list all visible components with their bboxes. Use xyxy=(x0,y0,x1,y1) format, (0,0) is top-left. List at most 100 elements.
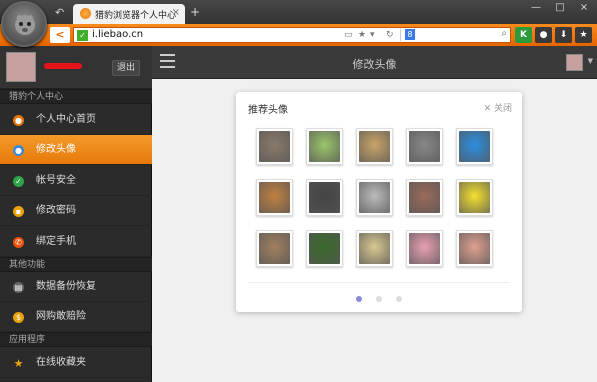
avatar-thumbnail xyxy=(359,233,390,264)
cheetah-logo-icon xyxy=(15,14,35,35)
sidebar-item-label: 网购敢赔险 xyxy=(36,311,86,322)
close-button[interactable]: × xyxy=(575,2,593,13)
avatar-option-woman-profile[interactable] xyxy=(406,179,443,216)
sidebar-item-label: 修改头像 xyxy=(36,144,76,155)
liebao-favicon xyxy=(80,8,91,19)
avatar-option-pink-flower[interactable] xyxy=(406,230,443,267)
tab-title: 猎豹浏览器个人中心 xyxy=(95,11,177,21)
maximize-button[interactable]: □ xyxy=(551,2,569,13)
avatar-thumbnail xyxy=(259,233,290,264)
pagination-dot-1[interactable] xyxy=(356,296,362,302)
avatar-thumbnail xyxy=(409,131,440,162)
backup-icon: ▤ xyxy=(13,282,24,293)
search-engine-icon[interactable]: 8 xyxy=(405,29,415,40)
avatar-thumbnail xyxy=(359,131,390,162)
favorites-star-icon[interactable]: ★ xyxy=(575,27,592,43)
avatar-picker-card: 推荐头像 ✕ 关闭 xyxy=(236,92,522,312)
logout-button[interactable]: 退出 xyxy=(112,60,140,76)
sidebar: 退出 猎豹个人中心 ● 个人中心首页 ● 修改头像 ✓ 帐号安全 ▪ 修改密码 … xyxy=(0,46,152,382)
search-box[interactable]: 8 ⌕ xyxy=(400,28,510,41)
sidebar-item-online-favorites[interactable]: ★ 在线收藏夹 xyxy=(0,348,152,378)
sidebar-item-data-backup[interactable]: ▤ 数据备份恢复 xyxy=(0,272,152,302)
tab-close-icon[interactable]: × xyxy=(172,7,180,18)
sidebar-item-label: 修改密码 xyxy=(36,205,76,216)
avatar-option-zebra[interactable] xyxy=(406,128,443,165)
page-title: 修改头像 xyxy=(352,58,397,71)
avatar-option-frog[interactable] xyxy=(306,128,343,165)
avatar-option-green-cat[interactable] xyxy=(306,230,343,267)
avatar-thumbnail xyxy=(309,233,340,264)
pagination-dots xyxy=(236,292,522,305)
avatar-picker-title: 推荐头像 xyxy=(248,105,288,116)
sidebar-item-account-security[interactable]: ✓ 帐号安全 xyxy=(0,166,152,196)
avatar-thumbnail xyxy=(359,182,390,213)
avatar-thumbnail xyxy=(459,131,490,162)
sidebar-item-bind-phone[interactable]: ✆ 绑定手机 xyxy=(0,227,152,257)
kingsoft-icon[interactable]: K xyxy=(515,27,532,43)
avatar-option-tiger-cub[interactable] xyxy=(256,230,293,267)
avatar-thumbnail xyxy=(259,131,290,162)
reader-mode-icon[interactable]: ▭ xyxy=(344,30,353,40)
avatar-option-monkey[interactable] xyxy=(256,128,293,165)
sidebar-item-home[interactable]: ● 个人中心首页 xyxy=(0,105,152,135)
shield-icon: ✓ xyxy=(13,176,24,187)
sidebar-item-change-avatar[interactable]: ● 修改头像 xyxy=(0,135,152,165)
toolbar-buttons: K ● ⬇ ★ xyxy=(515,27,592,43)
pagination-dot-2[interactable] xyxy=(376,296,382,302)
dropdown-icon[interactable]: ▾ xyxy=(370,30,375,40)
sidebar-item-label: 个人中心首页 xyxy=(36,114,96,125)
avatar-option-spongebob[interactable] xyxy=(456,179,493,216)
sidebar-item-shopping-insurance[interactable]: $ 网购敢赔险 xyxy=(0,302,152,332)
sidebar-item-label: 数据备份恢复 xyxy=(36,281,96,292)
avatar-option-cute-girl[interactable] xyxy=(456,230,493,267)
search-icon[interactable]: ⌕ xyxy=(501,28,507,39)
username-redacted xyxy=(44,63,82,69)
close-button[interactable]: ✕ 关闭 xyxy=(484,101,512,114)
avatar-thumbnail xyxy=(459,233,490,264)
minimize-button[interactable]: — xyxy=(527,2,545,13)
user-header: 退出 xyxy=(0,46,152,89)
back-button[interactable]: < xyxy=(50,27,70,43)
avatar-option-bw-figure[interactable] xyxy=(356,179,393,216)
avatar-thumbnail xyxy=(259,182,290,213)
sidebar-item-label: 帐号安全 xyxy=(36,175,76,186)
url-text: i.liebao.cn xyxy=(92,29,144,40)
chevron-down-icon[interactable]: ▼ xyxy=(588,57,593,65)
star-icon: ★ xyxy=(13,357,24,370)
section-applications: 应用程序 xyxy=(0,332,152,347)
undo-icon[interactable]: ↶ xyxy=(55,6,64,19)
avatar-option-man-portrait[interactable] xyxy=(306,179,343,216)
lock-icon[interactable]: ● xyxy=(535,27,552,43)
header-avatar[interactable] xyxy=(566,54,583,71)
home-icon: ● xyxy=(13,115,24,126)
avatar-option-bottles[interactable] xyxy=(356,230,393,267)
secure-check-icon: ✓ xyxy=(77,30,88,41)
avatar-thumbnail xyxy=(459,182,490,213)
avatar-thumbnail xyxy=(409,233,440,264)
coin-icon: $ xyxy=(13,312,24,323)
avatar-option-doraemon[interactable] xyxy=(456,128,493,165)
avatar-option-camel[interactable] xyxy=(256,179,293,216)
divider xyxy=(248,282,510,283)
avatar-thumbnail xyxy=(409,182,440,213)
sidebar-item-change-password[interactable]: ▪ 修改密码 xyxy=(0,196,152,226)
lock-icon: ▪ xyxy=(13,206,24,217)
address-bar[interactable]: ✓ i.liebao.cn ▭ ★ ▾ ↻ 8 ⌕ xyxy=(73,27,511,43)
avatar-option-blonde-girl[interactable] xyxy=(356,128,393,165)
phone-icon: ✆ xyxy=(13,237,24,248)
new-tab-button[interactable]: + xyxy=(190,5,200,19)
address-toolbar: < ✓ i.liebao.cn ▭ ★ ▾ ↻ 8 ⌕ K ● ⬇ ★ xyxy=(0,24,597,46)
user-icon: ● xyxy=(13,145,24,156)
user-avatar[interactable] xyxy=(6,52,36,82)
bookmark-star-icon[interactable]: ★ xyxy=(358,30,366,40)
title-bar: ↶ 猎豹浏览器个人中心 × + — □ × xyxy=(0,0,597,24)
browser-logo[interactable] xyxy=(1,1,47,47)
main-header: 修改头像 ▼ xyxy=(152,46,597,79)
refresh-icon[interactable]: ↻ xyxy=(386,30,394,40)
download-icon[interactable]: ⬇ xyxy=(555,27,572,43)
avatar-thumbnail xyxy=(309,131,340,162)
section-other-functions: 其他功能 xyxy=(0,257,152,272)
tab-personal-center[interactable]: 猎豹浏览器个人中心 × xyxy=(73,4,185,24)
pagination-dot-3[interactable] xyxy=(396,296,402,302)
browser-window: ↶ 猎豹浏览器个人中心 × + — □ × < ✓ i.liebao.cn ▭ xyxy=(0,0,597,382)
